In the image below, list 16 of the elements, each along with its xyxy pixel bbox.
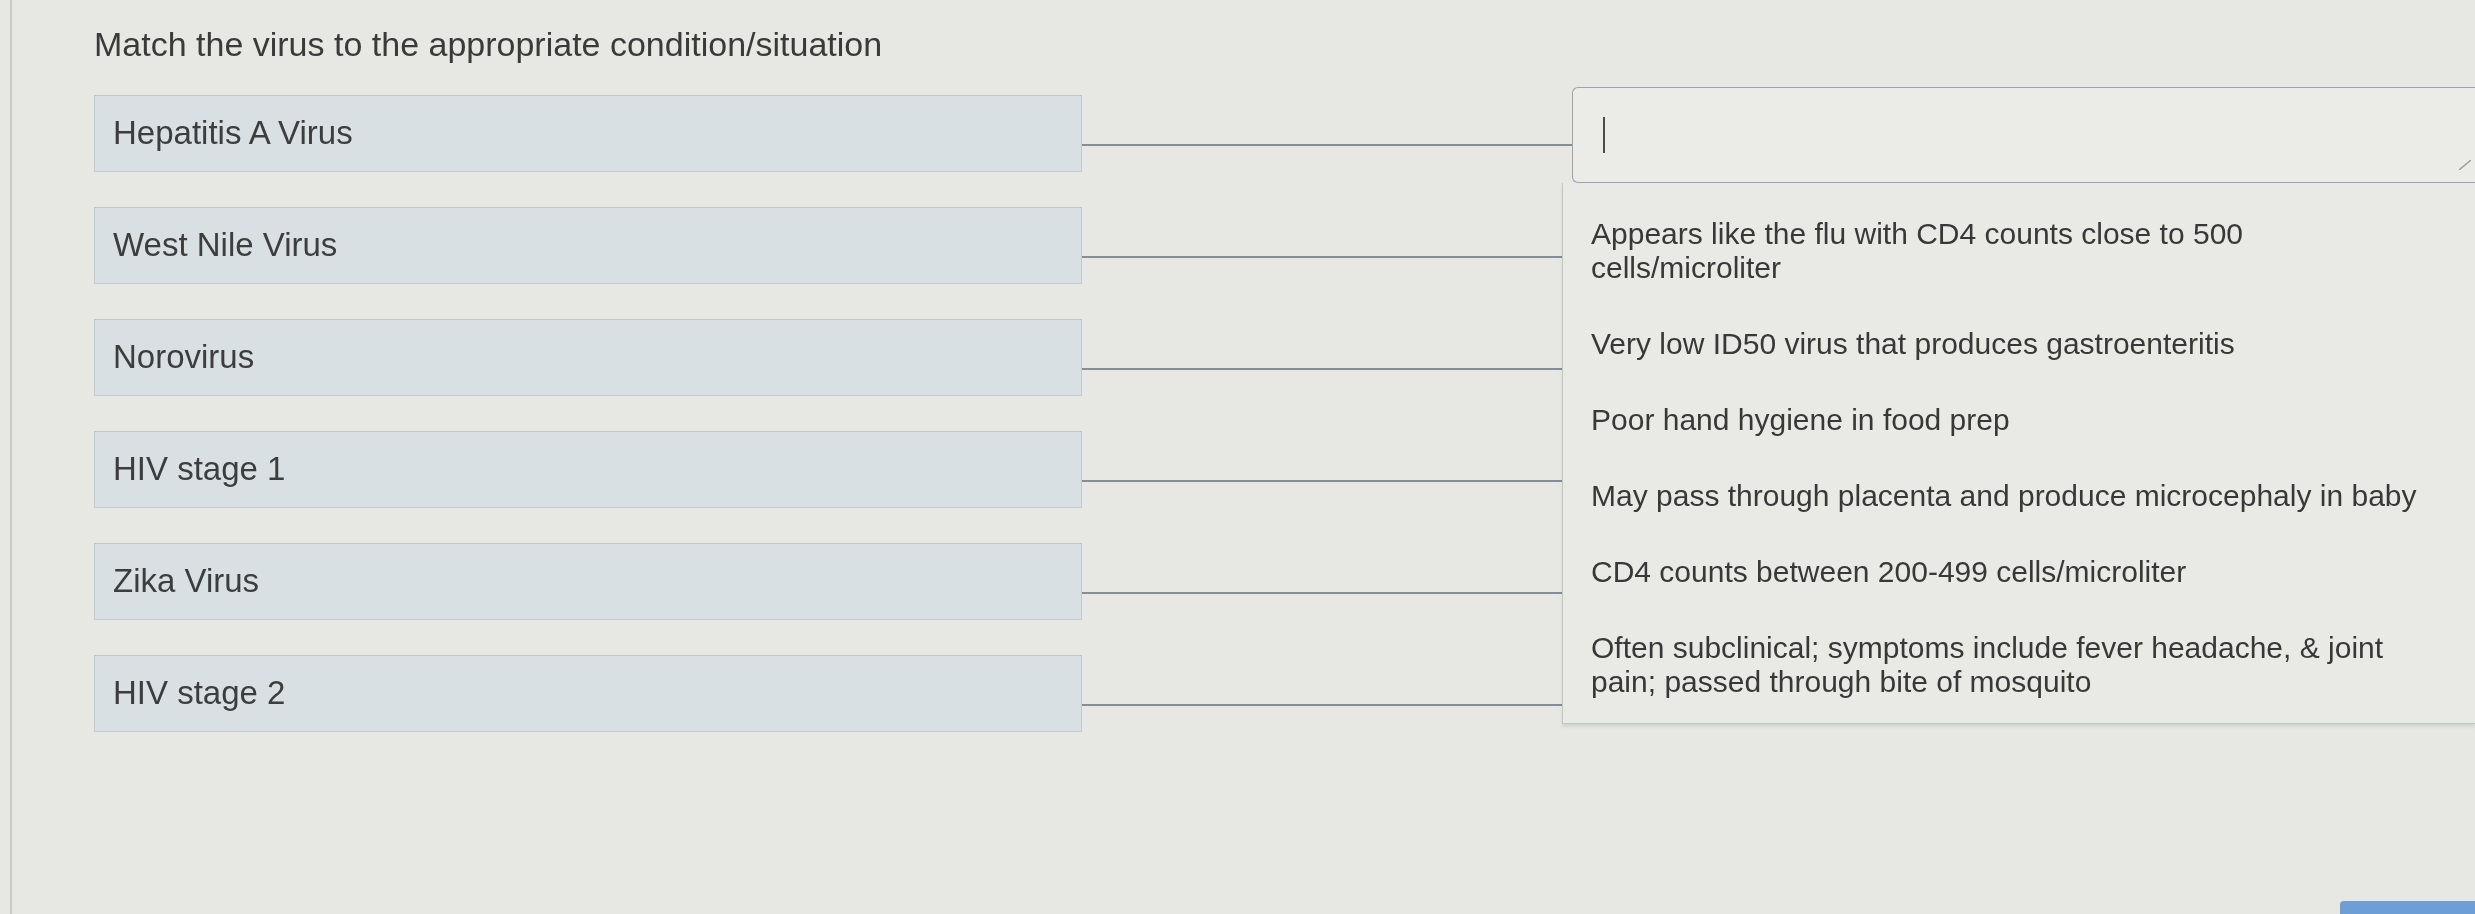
match-prompt: HIV stage 2 [94, 655, 1082, 732]
dropdown-option[interactable]: Often subclinical; symptoms include fever headache, & joint pain; passed through bite of mosquito [1591, 630, 2429, 699]
match-prompt: West Nile Virus [94, 207, 1082, 284]
dropdown-option[interactable]: Appears like the flu with CD4 counts close to 500 cells/microliter [1591, 216, 2429, 285]
dropdown-option[interactable]: May pass through placenta and produce microcephaly in baby [1591, 478, 2417, 513]
dropdown-option[interactable]: Poor hand hygiene in food prep [1591, 402, 2010, 437]
dropdown-option[interactable]: Very low ID50 virus that produces gastroenteritis [1591, 326, 2235, 361]
match-prompt: Norovirus [94, 319, 1082, 396]
match-prompt: Hepatitis A Virus [94, 95, 1082, 172]
question-title: Match the virus to the appropriate condition/situation [94, 24, 883, 65]
diagonal-line-icon [2459, 159, 2471, 170]
answer-input[interactable] [1572, 86, 2475, 183]
match-prompt: HIV stage 1 [94, 431, 1082, 508]
text-cursor-icon [1603, 116, 1605, 153]
match-prompt: Zika Virus [94, 543, 1082, 620]
dropdown-option[interactable]: CD4 counts between 200-499 cells/microliter [1591, 554, 2187, 589]
